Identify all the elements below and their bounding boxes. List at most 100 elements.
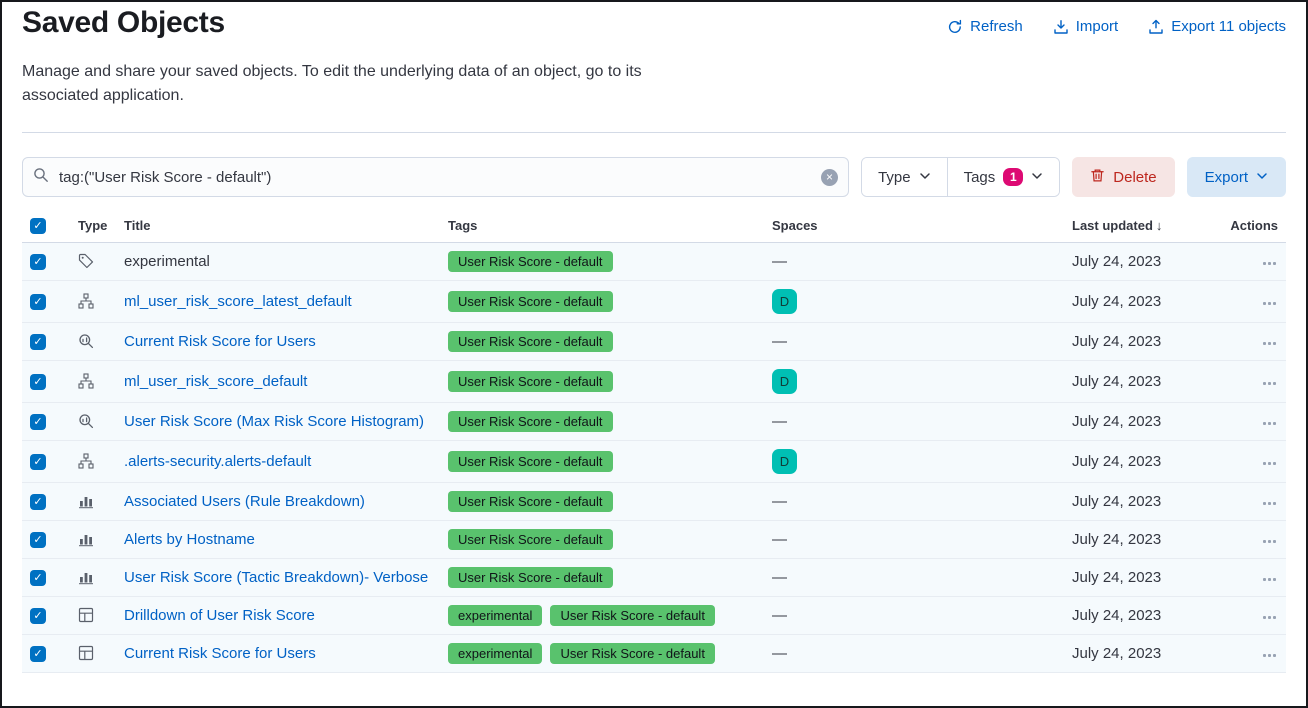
- object-title-link[interactable]: Associated Users (Rule Breakdown): [124, 493, 365, 510]
- object-title-link[interactable]: Current Risk Score for Users: [124, 645, 316, 662]
- tag-badge[interactable]: experimental: [448, 643, 542, 664]
- lens-icon: [78, 531, 108, 547]
- visualization-icon: [78, 413, 108, 429]
- tag-badge[interactable]: User Risk Score - default: [550, 605, 715, 626]
- row-checkbox[interactable]: ✓: [30, 494, 46, 510]
- row-checkbox[interactable]: ✓: [30, 414, 46, 430]
- dashboard-icon: [78, 645, 108, 661]
- row-checkbox[interactable]: ✓: [30, 334, 46, 350]
- tag-badge[interactable]: User Risk Score - default: [448, 411, 613, 432]
- column-header-title[interactable]: Title: [116, 211, 440, 242]
- row-actions-button[interactable]: [1261, 416, 1278, 431]
- tags-count-badge: 1: [1003, 168, 1023, 186]
- spaces-empty-dash: —: [772, 253, 787, 270]
- search-input[interactable]: [57, 168, 813, 187]
- row-actions-button[interactable]: [1261, 456, 1278, 471]
- row-checkbox[interactable]: ✓: [30, 608, 46, 624]
- refresh-icon: [947, 19, 963, 35]
- object-title: experimental: [124, 253, 210, 270]
- lens-icon: [78, 569, 108, 585]
- table-row: ✓experimentalUser Risk Score - default—J…: [22, 242, 1286, 280]
- object-title-link[interactable]: User Risk Score (Tactic Breakdown)- Verb…: [124, 569, 428, 586]
- table-row: ✓ Drilldown of User Risk Score experimenta…: [22, 596, 1286, 634]
- object-title-link[interactable]: Current Risk Score for Users: [124, 333, 316, 350]
- delete-button[interactable]: Delete: [1072, 157, 1174, 197]
- last-updated-value: July 24, 2023: [1064, 360, 1204, 402]
- spaces-empty-dash: —: [772, 645, 787, 662]
- table-row: ✓ Current Risk Score for Users experimenta…: [22, 634, 1286, 672]
- row-checkbox[interactable]: ✓: [30, 646, 46, 662]
- chevron-down-icon: [1031, 169, 1043, 186]
- last-updated-value: July 24, 2023: [1064, 322, 1204, 360]
- tag-badge[interactable]: User Risk Score - default: [448, 331, 613, 352]
- object-title-link[interactable]: ml_user_risk_score_default: [124, 373, 307, 390]
- table-row: ✓ User Risk Score (Max Risk Score Histogr…: [22, 402, 1286, 440]
- row-actions-button[interactable]: [1261, 256, 1278, 271]
- row-actions-button[interactable]: [1261, 534, 1278, 549]
- tag-badge[interactable]: User Risk Score - default: [448, 567, 613, 588]
- row-checkbox[interactable]: ✓: [30, 254, 46, 270]
- row-actions-button[interactable]: [1261, 610, 1278, 625]
- column-header-type[interactable]: Type: [70, 211, 116, 242]
- row-actions-button[interactable]: [1261, 296, 1278, 311]
- export-button[interactable]: Export: [1187, 157, 1286, 197]
- tag-badge[interactable]: User Risk Score - default: [448, 491, 613, 512]
- row-actions-button[interactable]: [1261, 376, 1278, 391]
- column-header-last-updated[interactable]: Last updated↓: [1064, 211, 1204, 242]
- row-checkbox[interactable]: ✓: [30, 374, 46, 390]
- header-actions: Refresh Import Export 11 objects: [947, 6, 1286, 35]
- tag-badge[interactable]: User Risk Score - default: [448, 291, 613, 312]
- tag-badge[interactable]: User Risk Score - default: [448, 451, 613, 472]
- object-title-link[interactable]: Drilldown of User Risk Score: [124, 607, 315, 624]
- import-button[interactable]: Import: [1053, 18, 1119, 35]
- select-all-checkbox[interactable]: ✓: [30, 218, 46, 234]
- lens-icon: [78, 493, 108, 509]
- page-title: Saved Objects: [22, 6, 225, 40]
- object-title-link[interactable]: Alerts by Hostname: [124, 531, 255, 548]
- delete-label: Delete: [1113, 169, 1156, 186]
- spaces-empty-dash: —: [772, 493, 787, 510]
- row-actions-button[interactable]: [1261, 572, 1278, 587]
- search-box: ×: [22, 157, 849, 197]
- object-title-link[interactable]: User Risk Score (Max Risk Score Histogra…: [124, 413, 424, 430]
- refresh-label: Refresh: [970, 18, 1023, 35]
- import-icon: [1053, 19, 1069, 35]
- object-title-link[interactable]: .alerts-security.alerts-default: [124, 453, 311, 470]
- type-filter-label: Type: [878, 169, 911, 186]
- row-checkbox[interactable]: ✓: [30, 570, 46, 586]
- search-icon: [33, 167, 49, 188]
- index-pattern-icon: [78, 453, 108, 469]
- column-header-tags[interactable]: Tags: [440, 211, 764, 242]
- tag-badge[interactable]: User Risk Score - default: [448, 251, 613, 272]
- column-header-spaces[interactable]: Spaces: [764, 211, 1064, 242]
- tags-filter-button[interactable]: Tags 1: [947, 158, 1060, 196]
- table-row: ✓ .alerts-security.alerts-default User Ris…: [22, 440, 1286, 482]
- row-actions-button[interactable]: [1261, 336, 1278, 351]
- last-updated-value: July 24, 2023: [1064, 280, 1204, 322]
- tag-badge[interactable]: User Risk Score - default: [550, 643, 715, 664]
- last-updated-value: July 24, 2023: [1064, 440, 1204, 482]
- tag-badge[interactable]: User Risk Score - default: [448, 529, 613, 550]
- last-updated-value: July 24, 2023: [1064, 634, 1204, 672]
- space-badge: D: [772, 369, 797, 394]
- export-button-label: Export: [1205, 169, 1248, 186]
- table-row: ✓ Alerts by Hostname User Risk Score - def…: [22, 520, 1286, 558]
- row-checkbox[interactable]: ✓: [30, 532, 46, 548]
- table-row: ✓ ml_user_risk_score_default User Risk Sco…: [22, 360, 1286, 402]
- row-actions-button[interactable]: [1261, 496, 1278, 511]
- tag-badge[interactable]: experimental: [448, 605, 542, 626]
- tag-badge[interactable]: User Risk Score - default: [448, 371, 613, 392]
- dashboard-icon: [78, 607, 108, 623]
- object-title-link[interactable]: ml_user_risk_score_latest_default: [124, 293, 352, 310]
- row-checkbox[interactable]: ✓: [30, 454, 46, 470]
- clear-search-icon[interactable]: ×: [821, 169, 838, 186]
- saved-objects-page: Saved Objects Refresh Import Export 11 o…: [0, 0, 1308, 708]
- row-actions-button[interactable]: [1261, 648, 1278, 663]
- last-updated-value: July 24, 2023: [1064, 402, 1204, 440]
- row-checkbox[interactable]: ✓: [30, 294, 46, 310]
- refresh-button[interactable]: Refresh: [947, 18, 1023, 35]
- type-filter-button[interactable]: Type: [862, 158, 947, 196]
- export-all-button[interactable]: Export 11 objects: [1148, 18, 1286, 35]
- chevron-down-icon: [1256, 169, 1268, 186]
- visualization-icon: [78, 333, 108, 349]
